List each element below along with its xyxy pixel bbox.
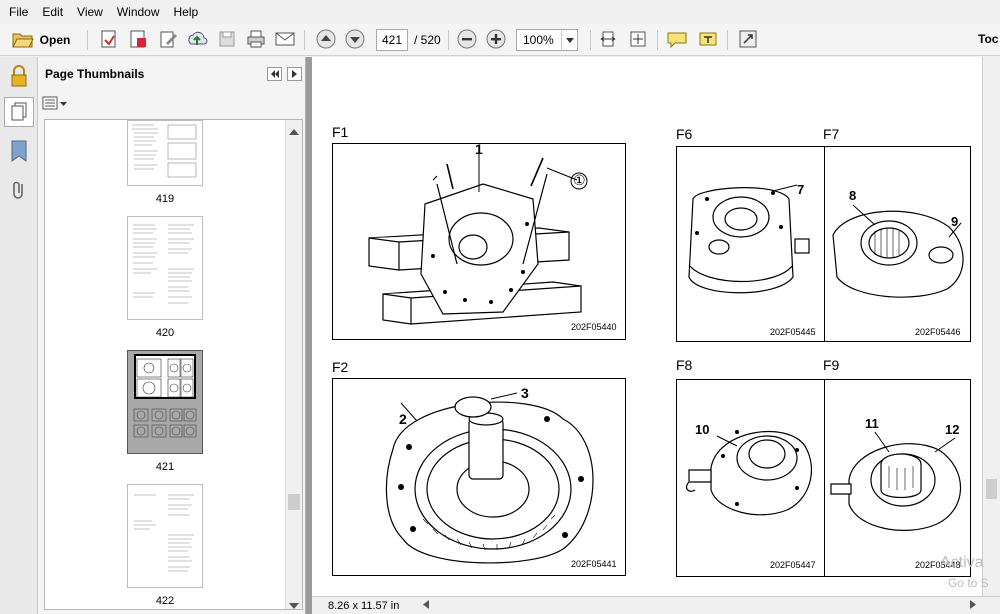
- email-icon[interactable]: [274, 28, 296, 50]
- callout: ①: [573, 172, 586, 188]
- thumbnail-options-button[interactable]: [42, 95, 72, 113]
- scrollbar-thumb[interactable]: [986, 479, 997, 499]
- lock-icon[interactable]: [9, 65, 29, 90]
- callout: 9: [951, 214, 959, 229]
- folder-open-icon: [11, 29, 34, 51]
- fit-page-icon[interactable]: [597, 28, 619, 50]
- callout: 1: [475, 141, 483, 157]
- options-icon: [42, 96, 58, 113]
- callout: 2: [399, 411, 407, 427]
- comment-icon[interactable]: [666, 28, 688, 50]
- page-number-input[interactable]: 421: [376, 29, 408, 51]
- callout: 8: [849, 188, 857, 203]
- thumbnail-scrollbar[interactable]: [285, 120, 302, 609]
- document-scrollbar[interactable]: [982, 57, 1000, 597]
- figure-label-f7: F7: [823, 126, 840, 142]
- collapse-panel-icon[interactable]: [267, 67, 282, 81]
- figure-code: 202F05446: [915, 327, 961, 337]
- document-view: F1 1 ① 202F05440 F2 2 3 202F05441 F6 F7 …: [306, 57, 1000, 614]
- pages-icon[interactable]: [4, 97, 34, 127]
- figure-code: 202F05441: [571, 559, 617, 569]
- toolbar: Open 421 / 520 100% Toc: [0, 24, 1000, 56]
- upload-icon[interactable]: [186, 28, 208, 50]
- paperclip-icon[interactable]: [10, 179, 28, 204]
- save-icon[interactable]: [216, 28, 238, 50]
- page-total: / 520: [414, 33, 441, 47]
- fit-width-icon[interactable]: [627, 28, 649, 50]
- thumbnail-label: 421: [155, 461, 175, 473]
- menu-help[interactable]: Help: [167, 0, 206, 24]
- thumbnails-header: Page Thumbnails: [38, 57, 306, 90]
- activation-watermark-subtitle: Go to S: [948, 576, 989, 590]
- callout: 12: [945, 422, 960, 437]
- figure-f2: 2 3 202F05441: [332, 378, 626, 576]
- thumbnail-label: 420: [155, 327, 175, 339]
- callout: 3: [521, 385, 529, 401]
- thumbnail-label: 422: [155, 595, 175, 607]
- print-icon[interactable]: [245, 28, 267, 50]
- page-up-icon[interactable]: [315, 28, 337, 50]
- scroll-left-icon[interactable]: [423, 599, 430, 612]
- figure-label-f9: F9: [823, 357, 840, 373]
- tools-label[interactable]: Toc: [978, 32, 998, 46]
- callout: 10: [695, 422, 710, 437]
- figure-f8-f9: 10 11 12 202F05447 202F05448: [676, 379, 971, 577]
- menu-view[interactable]: View: [70, 0, 110, 24]
- thumbnail-page[interactable]: [127, 216, 203, 320]
- menu-window[interactable]: Window: [110, 0, 167, 24]
- edit-icon[interactable]: [157, 28, 179, 50]
- expand-panel-icon[interactable]: [287, 67, 302, 81]
- thumbnails-panel: Page Thumbnails 419 420 421 422: [38, 57, 306, 614]
- figure-code: 202F05445: [770, 327, 816, 337]
- figure-label-f8: F8: [676, 357, 693, 373]
- figure-f1: 1 ① 202F05440: [332, 141, 626, 340]
- zoom-in-icon[interactable]: [485, 28, 507, 50]
- figure-label-f1: F1: [332, 124, 349, 140]
- status-bar: 8.26 x 11.57 in: [312, 596, 1000, 614]
- callout: 11: [865, 416, 879, 431]
- thumbnail-page-selected[interactable]: [127, 350, 203, 454]
- document-icon[interactable]: [127, 28, 149, 50]
- chevron-down-icon[interactable]: [561, 30, 577, 50]
- menu-bar: File Edit View Window Help: [0, 0, 1000, 24]
- activation-watermark: Activa: [940, 554, 984, 571]
- scroll-down-icon[interactable]: [289, 598, 299, 609]
- bookmark-icon[interactable]: [10, 140, 28, 165]
- zoom-out-icon[interactable]: [456, 28, 478, 50]
- pdf-page: F1 1 ① 202F05440 F2 2 3 202F05441 F6 F7 …: [312, 57, 986, 597]
- figure-f6-f7: 7 8 9 202F05445 202F05446: [676, 146, 971, 342]
- figure-code: 202F05440: [571, 322, 617, 332]
- scrollbar-thumb[interactable]: [288, 494, 300, 510]
- page-down-icon[interactable]: [344, 28, 366, 50]
- thumbnail-page[interactable]: [127, 484, 203, 588]
- open-button[interactable]: Open: [8, 28, 74, 52]
- scroll-up-icon[interactable]: [289, 124, 299, 138]
- scroll-right-icon[interactable]: [970, 599, 976, 612]
- thumbnail-list: 419 420 421 422: [44, 119, 303, 610]
- menu-file[interactable]: File: [2, 0, 35, 24]
- figure-label-f6: F6: [676, 126, 693, 142]
- zoom-value: 100%: [523, 33, 554, 47]
- zoom-select[interactable]: 100%: [516, 29, 578, 51]
- page-size: 8.26 x 11.57 in: [328, 599, 400, 612]
- figure-label-f2: F2: [332, 359, 349, 375]
- panel-title: Page Thumbnails: [45, 66, 145, 81]
- highlight-icon[interactable]: [697, 28, 719, 50]
- callout: 7: [797, 182, 805, 197]
- thumbnail-label: 419: [155, 193, 175, 205]
- open-label: Open: [39, 33, 71, 47]
- expand-icon[interactable]: [737, 28, 759, 50]
- create-pdf-icon[interactable]: [98, 28, 120, 50]
- thumbnail-page[interactable]: [127, 120, 203, 186]
- figure-code: 202F05447: [770, 560, 816, 570]
- menu-edit[interactable]: Edit: [35, 0, 70, 24]
- navigation-pane-strip: [0, 57, 38, 614]
